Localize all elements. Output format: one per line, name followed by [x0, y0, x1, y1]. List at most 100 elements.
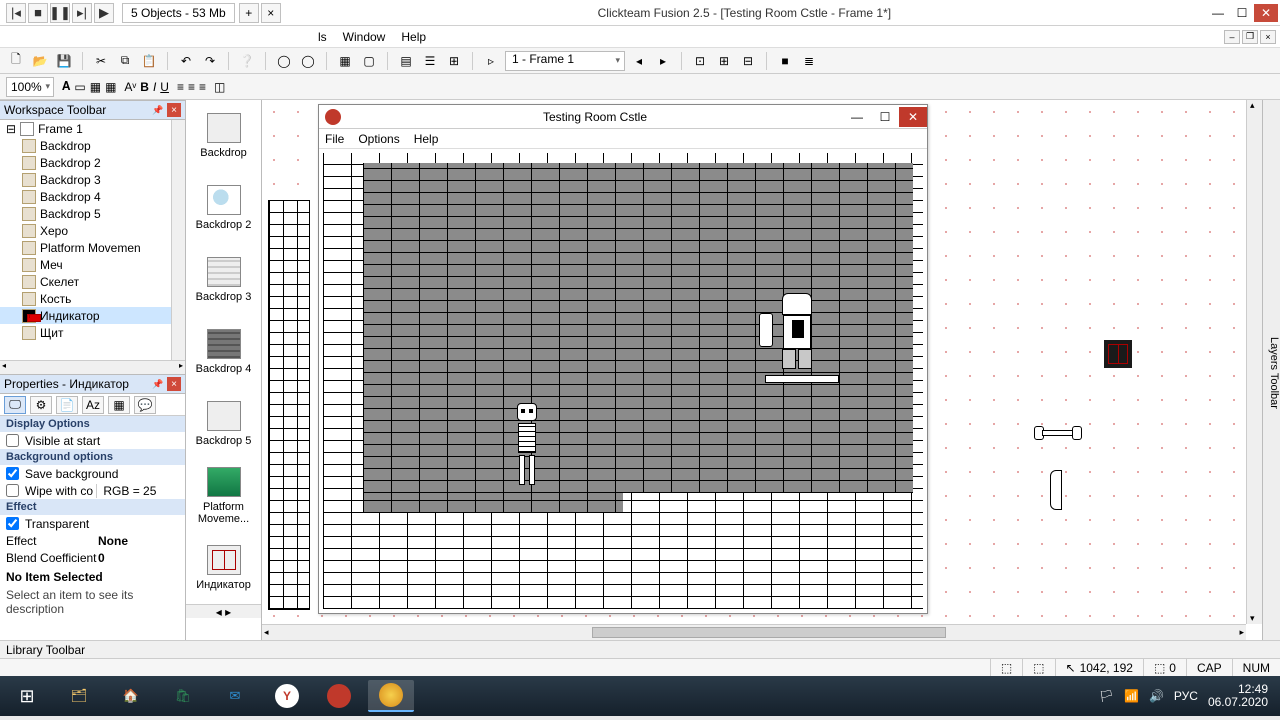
frame-editor-button[interactable]: ▢: [359, 51, 379, 71]
save-button[interactable]: 💾: [54, 51, 74, 71]
sprite-shield[interactable]: [759, 313, 773, 347]
frame-selector[interactable]: 1 - Frame 1: [505, 51, 625, 71]
tree-item[interactable]: Backdrop: [0, 137, 185, 154]
backdrop-dark-bricks[interactable]: [363, 163, 913, 493]
new-button[interactable]: 🗋: [6, 51, 26, 71]
new-tab-button[interactable]: +: [239, 3, 259, 23]
tree-item[interactable]: Backdrop 5: [0, 205, 185, 222]
properties-close-button[interactable]: ×: [167, 377, 181, 391]
tree-root[interactable]: ⊟Frame 1: [0, 120, 185, 137]
sprite-shield-loose[interactable]: [1050, 470, 1062, 510]
tree-item[interactable]: Меч: [0, 256, 185, 273]
game-maximize-button[interactable]: ☐: [871, 107, 899, 127]
font-dropdown[interactable]: Aᵛ: [124, 80, 136, 94]
object-item[interactable]: Backdrop 4: [186, 316, 261, 388]
close-tab-button[interactable]: ×: [261, 3, 281, 23]
prop-wipe[interactable]: Wipe with co RGB = 25: [0, 482, 185, 499]
tree-item[interactable]: Backdrop 2: [0, 154, 185, 171]
object-list[interactable]: BackdropBackdrop 2Backdrop 3Backdrop 4Ba…: [186, 100, 262, 640]
prop-tab-about[interactable]: 💬: [134, 396, 156, 414]
taskbar-app-1[interactable]: [316, 680, 362, 712]
tree-item[interactable]: Xepo: [0, 222, 185, 239]
undo-button[interactable]: ↶: [176, 51, 196, 71]
transparent-checkbox[interactable]: [6, 517, 19, 530]
close-button[interactable]: ✕: [1254, 4, 1278, 22]
underline-button[interactable]: U: [160, 80, 169, 94]
tree-item[interactable]: Backdrop 3: [0, 171, 185, 188]
grid-tool-3[interactable]: ⊟: [738, 51, 758, 71]
game-menu-options[interactable]: Options: [358, 132, 399, 146]
tree-scrollbar-h[interactable]: [0, 360, 185, 374]
zoom-selector[interactable]: 100%: [6, 77, 54, 97]
italic-button[interactable]: I: [153, 80, 156, 94]
game-window-body[interactable]: [319, 149, 927, 613]
tree-item[interactable]: Щит: [0, 324, 185, 341]
layers-toolbar-tab[interactable]: Layers Toolbar: [1262, 100, 1280, 640]
prop-tab-values[interactable]: Aᴢ: [82, 396, 104, 414]
game-menu-file[interactable]: File: [325, 132, 344, 146]
menu-help[interactable]: Help: [393, 28, 434, 46]
properties-pin-button[interactable]: [151, 377, 165, 391]
object-item[interactable]: Backdrop 3: [186, 244, 261, 316]
event-diag-button[interactable]: ⊞: [444, 51, 464, 71]
grid-snap-1[interactable]: ▦: [90, 80, 101, 94]
object-item[interactable]: Индикатор: [186, 532, 261, 604]
tray-lang[interactable]: РУС: [1174, 689, 1198, 703]
prop-tab-events[interactable]: ▦: [108, 396, 130, 414]
grid-tool-2[interactable]: ⊞: [714, 51, 734, 71]
cut-button[interactable]: ✂: [91, 51, 111, 71]
visible-checkbox[interactable]: [6, 434, 19, 447]
grid-snap-2[interactable]: ▦: [105, 80, 116, 94]
copy-button[interactable]: ⧉: [115, 51, 135, 71]
game-close-button[interactable]: ✕: [899, 107, 927, 127]
canvas-scrollbar-v[interactable]: [1246, 100, 1262, 624]
taskbar-home[interactable]: 🏠: [108, 680, 154, 712]
nav-back-button[interactable]: ◯: [274, 51, 294, 71]
object-item[interactable]: Backdrop 5: [186, 388, 261, 460]
object-item[interactable]: Backdrop 2: [186, 172, 261, 244]
prop-save-background[interactable]: Save background: [0, 465, 185, 482]
help-button[interactable]: ❔: [237, 51, 257, 71]
grid-tool-1[interactable]: ⊡: [690, 51, 710, 71]
prop-blend[interactable]: Blend Coefficient0: [0, 549, 185, 566]
prop-tab-display[interactable]: 🖵: [4, 396, 26, 414]
align-center-button[interactable]: ≡: [188, 80, 195, 94]
sprite-hero[interactable]: [775, 293, 819, 373]
font-tool[interactable]: 𝐀: [62, 79, 70, 94]
rewind-start-button[interactable]: |◂: [6, 3, 26, 23]
tray-clock[interactable]: 12:49 06.07.2020: [1208, 683, 1268, 709]
savebg-checkbox[interactable]: [6, 467, 19, 480]
event-list-button[interactable]: ☰: [420, 51, 440, 71]
next-frame-button[interactable]: ▸: [653, 51, 673, 71]
sprite-bone[interactable]: [1034, 426, 1082, 440]
prev-frame-button[interactable]: ◂: [629, 51, 649, 71]
tree-item[interactable]: Кость: [0, 290, 185, 307]
prop-visible-at-start[interactable]: Visible at start: [0, 432, 185, 449]
objects-tab[interactable]: 5 Objects - 53 Mb: [122, 3, 235, 23]
pause-button[interactable]: ❚❚: [50, 3, 70, 23]
prop-effect[interactable]: EffectNone: [0, 532, 185, 549]
maximize-button[interactable]: ☐: [1230, 4, 1254, 22]
tree-item[interactable]: Platform Movemen: [0, 239, 185, 256]
backdrop-side-bricks[interactable]: [268, 200, 310, 610]
redo-button[interactable]: ↷: [200, 51, 220, 71]
tray-network-icon[interactable]: 📶: [1124, 689, 1139, 703]
object-item[interactable]: Platform Moveme...: [186, 460, 261, 532]
bold-button[interactable]: B: [140, 80, 149, 94]
select-tool[interactable]: ▭: [74, 80, 85, 94]
fill-color-button[interactable]: ■: [775, 51, 795, 71]
workspace-close-button[interactable]: ×: [167, 103, 181, 117]
canvas-scroll-thumb-h[interactable]: [592, 627, 946, 638]
sprite-indicator[interactable]: [1104, 340, 1132, 368]
backdrop-dark-step[interactable]: [363, 493, 623, 513]
wipe-checkbox[interactable]: [6, 484, 19, 497]
run-app-button[interactable]: ▹: [481, 51, 501, 71]
objstrip-scrollbar[interactable]: ◂ ▸: [186, 604, 261, 618]
tray-flag-icon[interactable]: 🏳: [1099, 689, 1114, 703]
mdi-restore-button[interactable]: ❐: [1242, 30, 1258, 44]
workspace-tree[interactable]: ⊟Frame 1 BackdropBackdrop 2Backdrop 3 Bac…: [0, 120, 185, 360]
prop-transparent[interactable]: Transparent: [0, 515, 185, 532]
sprite-skeleton[interactable]: [513, 403, 541, 493]
storyboard-editor-button[interactable]: ▦: [335, 51, 355, 71]
nav-fwd-button[interactable]: ◯: [298, 51, 318, 71]
